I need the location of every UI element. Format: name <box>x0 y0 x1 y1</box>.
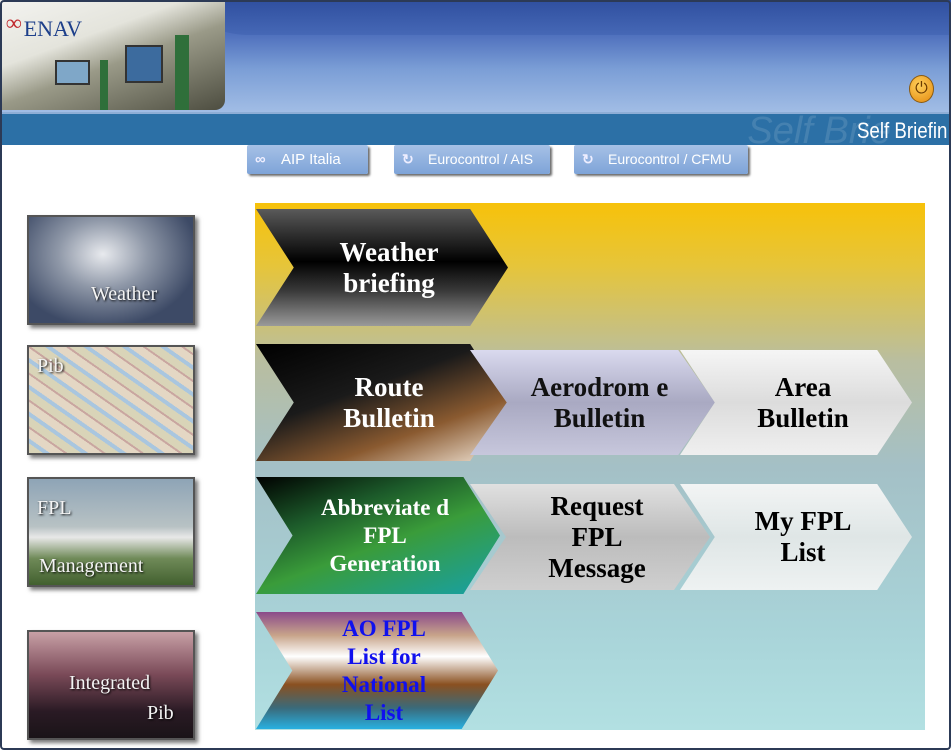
photo-detail <box>100 60 108 110</box>
request-fpl-message-button[interactable]: Request FPL Message <box>470 484 710 590</box>
chevron-label: Request FPL Message <box>548 490 646 583</box>
chevron-label: Route Bulletin <box>343 371 435 433</box>
tile-label: Integrated <box>69 672 151 694</box>
eurocontrol-icon: ↻ <box>582 151 594 167</box>
link-label: Eurocontrol / CFMU <box>608 151 732 167</box>
header-banner: ∞ ENAV ⏻ <box>0 0 951 115</box>
aerodrome-bulletin-button[interactable]: Aerodrom e Bulletin <box>470 350 715 455</box>
integrated-pib-tile[interactable]: Integrated Pib <box>27 630 195 740</box>
tile-label: Pib <box>147 702 174 724</box>
tile-label: Pib <box>37 355 64 377</box>
link-label: AIP Italia <box>281 151 341 168</box>
fpl-management-tile[interactable]: FPL Management <box>27 477 195 587</box>
banner-top <box>190 0 951 35</box>
abbreviated-fpl-generation-button[interactable]: Abbreviate d FPL Generation <box>256 477 500 594</box>
enav-logo-icon: ∞ <box>6 10 22 35</box>
tile-label: Management <box>39 555 144 577</box>
title-bar: Self Brie Self Briefin <box>0 110 951 152</box>
enav-logo-icon: ∞ <box>255 151 266 168</box>
chevron-label: AO FPL List for National List <box>341 615 427 725</box>
weather-tile[interactable]: Weather <box>27 215 195 325</box>
chevron-label: My FPL List <box>754 506 852 567</box>
power-icon[interactable]: ⏻ <box>909 75 934 103</box>
chevron-label: Weather briefing <box>339 236 439 298</box>
chevron-label: Aerodrom e Bulletin <box>530 371 669 433</box>
logo-text: ENAV <box>23 16 82 41</box>
photo-detail <box>175 35 189 110</box>
enav-logo: ∞ ENAV <box>6 4 82 42</box>
tile-label: Weather <box>91 283 158 305</box>
pib-tile[interactable]: Pib <box>27 345 195 455</box>
chevron-label: Area Bulletin <box>757 371 849 433</box>
page-title: Self Briefin <box>856 118 947 143</box>
eurocontrol-icon: ↻ <box>402 151 414 167</box>
eurocontrol-ais-button[interactable]: ↻ Eurocontrol / AIS <box>394 145 550 174</box>
photo-detail <box>125 45 163 83</box>
chevron-label: Abbreviate d FPL Generation <box>321 494 449 576</box>
photo-detail <box>55 60 90 85</box>
aip-italia-button[interactable]: ∞ AIP Italia <box>247 145 368 174</box>
tile-label: FPL <box>37 497 72 519</box>
link-label: Eurocontrol / AIS <box>428 151 534 167</box>
eurocontrol-cfmu-button[interactable]: ↻ Eurocontrol / CFMU <box>574 145 748 174</box>
